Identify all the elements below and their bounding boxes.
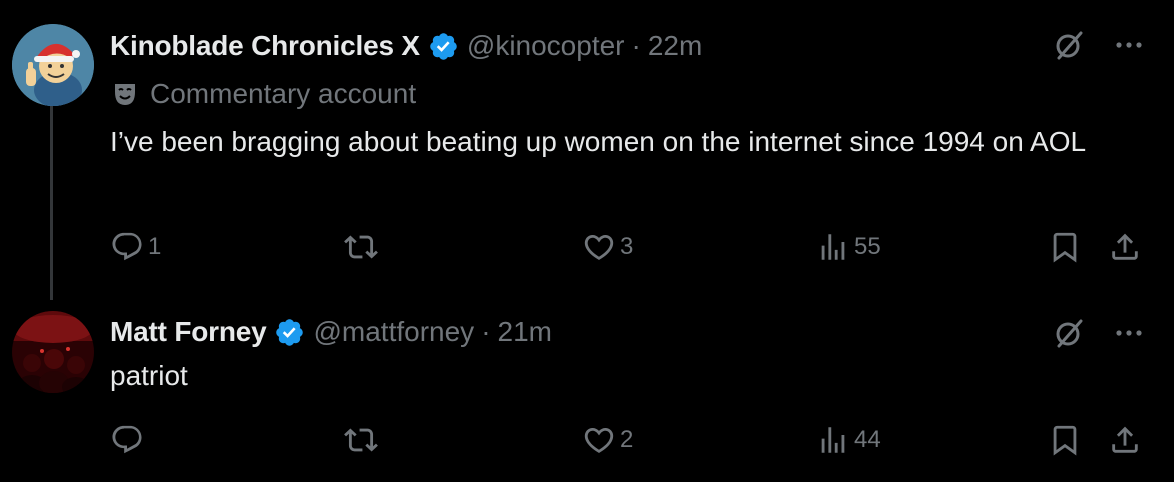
retweet-button[interactable]	[344, 230, 382, 264]
more-options-icon[interactable]	[1112, 28, 1146, 62]
reply-icon	[112, 425, 142, 454]
reply-button[interactable]: 1	[110, 230, 161, 264]
user-handle[interactable]: @kinocopter	[467, 30, 625, 62]
commentary-label-text: Commentary account	[150, 78, 417, 109]
grok-icon[interactable]	[1052, 28, 1086, 62]
heart-icon	[584, 427, 614, 453]
tweet-text: patriot	[110, 360, 188, 391]
commentary-account-label: Commentary account	[112, 76, 416, 112]
tweet[interactable]: Kinoblade Chronicles X @kinocopter · 22m	[0, 0, 1174, 300]
reply-icon	[112, 232, 142, 261]
display-name[interactable]: Matt Forney	[110, 316, 267, 348]
views-button[interactable]: 55	[816, 230, 881, 264]
reply-count: 1	[148, 233, 162, 260]
bookmark-icon	[1053, 232, 1077, 263]
verified-badge-icon	[274, 317, 305, 348]
display-name[interactable]: Kinoblade Chronicles X	[110, 30, 420, 62]
bookmark-button[interactable]	[1048, 423, 1082, 457]
tweet-text: I’ve been bragging about beating up wome…	[110, 126, 1087, 157]
share-button[interactable]	[1108, 423, 1142, 457]
view-count: 55	[854, 233, 881, 260]
thread-connector-line	[50, 104, 53, 300]
like-button[interactable]: 2	[582, 423, 633, 457]
like-button[interactable]: 3	[582, 230, 633, 264]
reply-button[interactable]	[110, 423, 148, 457]
like-count: 3	[620, 233, 634, 260]
vault-boy-santa-avatar	[12, 24, 94, 106]
retweet-icon	[344, 428, 378, 452]
like-count: 2	[620, 426, 634, 453]
more-options-icon[interactable]	[1112, 316, 1146, 350]
heart-icon	[584, 234, 614, 260]
share-button[interactable]	[1108, 230, 1142, 264]
bookmark-button[interactable]	[1048, 230, 1082, 264]
timestamp[interactable]: 22m	[648, 30, 702, 62]
tweet-header: Kinoblade Chronicles X @kinocopter · 22m	[110, 26, 702, 66]
view-count: 44	[854, 426, 881, 453]
bookmark-icon	[1053, 425, 1077, 456]
share-icon	[1112, 426, 1138, 453]
avatar[interactable]	[12, 24, 94, 106]
analytics-icon	[821, 427, 845, 453]
retweet-icon	[344, 235, 378, 259]
views-button[interactable]: 44	[816, 423, 881, 457]
share-icon	[1112, 233, 1138, 260]
grok-icon[interactable]	[1052, 316, 1086, 350]
timestamp[interactable]: 21m	[498, 316, 552, 348]
theater-mask-icon	[112, 81, 138, 107]
red-crowd-photo-avatar	[12, 311, 94, 393]
tweet[interactable]: Matt Forney @mattforney · 21m patriot 2 …	[0, 290, 1174, 482]
retweet-button[interactable]	[344, 423, 382, 457]
user-handle[interactable]: @mattforney	[313, 316, 474, 348]
verified-badge-icon	[428, 31, 459, 62]
separator-dot: ·	[631, 30, 641, 61]
analytics-icon	[821, 234, 845, 260]
avatar[interactable]	[12, 311, 94, 393]
separator-dot: ·	[481, 316, 491, 347]
tweet-header: Matt Forney @mattforney · 21m	[110, 312, 552, 352]
